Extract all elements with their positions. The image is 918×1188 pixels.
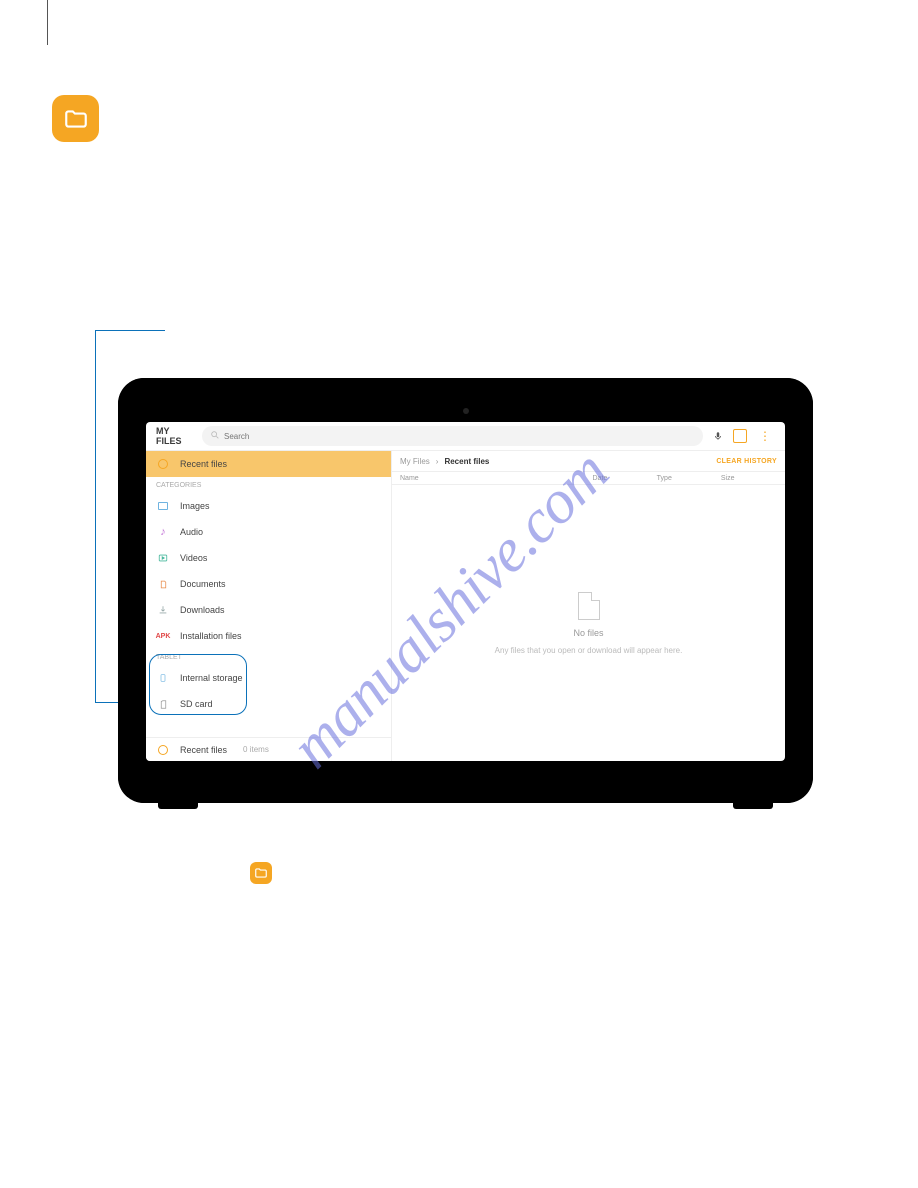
- sidebar-item-videos[interactable]: Videos: [146, 545, 391, 571]
- column-headers: Name Date Type Size: [392, 471, 785, 485]
- search-icon: [210, 430, 220, 443]
- chevron-right-icon: ›: [436, 457, 439, 466]
- empty-title: No files: [573, 628, 603, 638]
- sidebar-item-label: Recent files: [180, 459, 227, 469]
- sidebar-item-label: Downloads: [180, 605, 225, 615]
- margin-rule: [47, 0, 48, 45]
- sidebar-item-audio[interactable]: ♪ Audio: [146, 519, 391, 545]
- app-title: MY FILES: [156, 426, 194, 446]
- crumb-current: Recent files: [444, 457, 489, 466]
- footer-count: 0 items: [243, 745, 269, 754]
- sidebar-item-installation[interactable]: APK Installation files: [146, 623, 391, 649]
- image-icon: [156, 502, 170, 510]
- col-name[interactable]: Name: [392, 475, 593, 482]
- sidebar-item-recent[interactable]: Recent files: [146, 451, 391, 477]
- tablet-device-frame: MY FILES ⋮ Recent fil: [118, 378, 813, 803]
- sidebar-item-label: Images: [180, 501, 210, 511]
- tablet-screen: MY FILES ⋮ Recent fil: [146, 422, 785, 761]
- clock-icon: [156, 745, 170, 755]
- sidebar-item-images[interactable]: Images: [146, 493, 391, 519]
- download-icon: [156, 605, 170, 615]
- sidebar-item-label: Documents: [180, 579, 226, 589]
- search-field[interactable]: [202, 426, 703, 446]
- crumb-root[interactable]: My Files: [400, 457, 430, 466]
- sidebar: Recent files CATEGORIES Images ♪ Audio: [146, 451, 392, 761]
- sidebar-item-label: Installation files: [180, 631, 242, 641]
- sidebar-item-documents[interactable]: Documents: [146, 571, 391, 597]
- my-files-inline-icon: [250, 862, 272, 884]
- col-date[interactable]: Date: [593, 475, 657, 482]
- front-camera: [463, 408, 469, 414]
- sidebar-item-label: Audio: [180, 527, 203, 537]
- clear-history-button[interactable]: CLEAR HISTORY: [716, 458, 777, 465]
- music-note-icon: ♪: [156, 526, 170, 538]
- my-files-app-icon: [52, 95, 99, 142]
- search-input[interactable]: [224, 432, 695, 441]
- sidebar-footer[interactable]: Recent files 0 items: [146, 737, 391, 761]
- footer-label: Recent files: [180, 745, 227, 755]
- sidebar-item-label: Videos: [180, 553, 207, 563]
- more-options-icon[interactable]: ⋮: [755, 429, 775, 443]
- sidebar-item-downloads[interactable]: Downloads: [146, 597, 391, 623]
- apk-icon: APK: [156, 633, 170, 640]
- voice-search-icon[interactable]: [711, 429, 725, 443]
- empty-file-icon: [578, 592, 600, 620]
- empty-state: No files Any files that you open or down…: [392, 485, 785, 761]
- storage-highlight-box: [149, 654, 247, 715]
- view-toggle-icon[interactable]: [733, 429, 747, 443]
- main-content: My Files › Recent files CLEAR HISTORY Na…: [392, 451, 785, 761]
- col-type[interactable]: Type: [657, 475, 721, 482]
- breadcrumb: My Files › Recent files CLEAR HISTORY: [392, 451, 785, 471]
- sidebar-header-categories: CATEGORIES: [146, 477, 391, 493]
- empty-subtitle: Any files that you open or download will…: [495, 646, 683, 655]
- document-icon: [156, 579, 170, 590]
- col-size[interactable]: Size: [721, 475, 785, 482]
- clock-icon: [156, 459, 170, 469]
- play-icon: [156, 553, 170, 563]
